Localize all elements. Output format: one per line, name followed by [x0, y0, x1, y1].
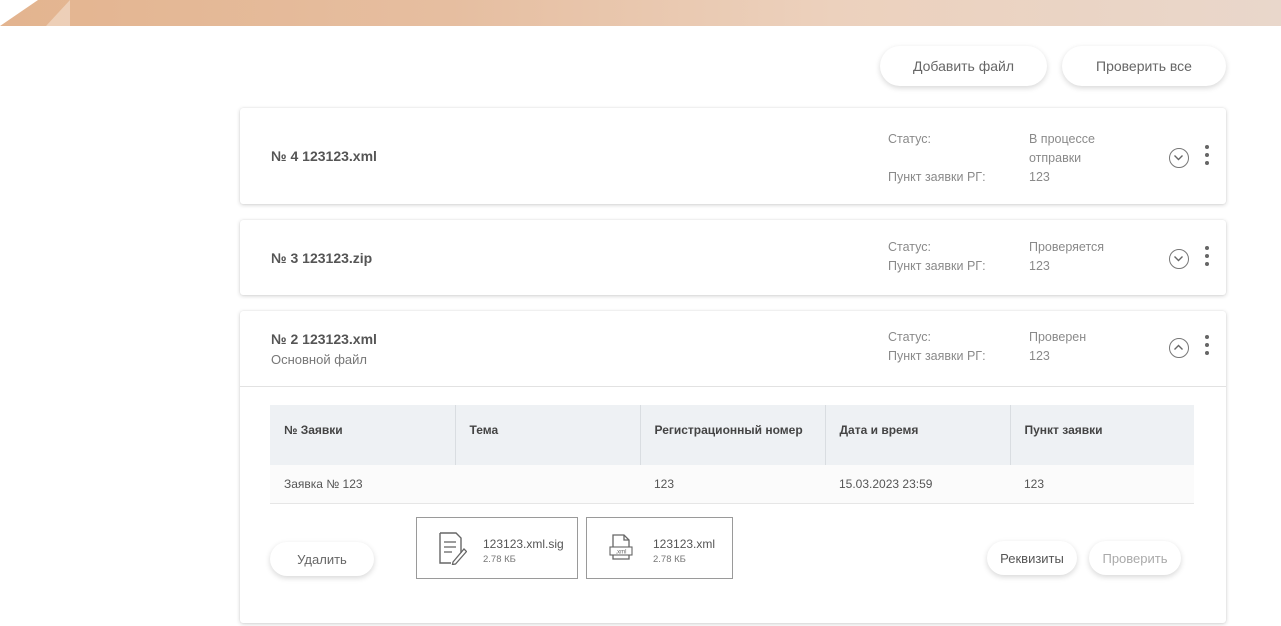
details-button[interactable]: Реквизиты — [987, 541, 1077, 575]
status-value: Проверяется — [1029, 240, 1105, 254]
requests-table: № Заявки Тема Регистрационный номер Дата… — [270, 405, 1194, 504]
cell-topic — [455, 465, 640, 504]
banner-notch — [0, 0, 38, 26]
svg-text:.xml: .xml — [616, 550, 627, 556]
file-card-3: № 3 123123.zip Статус: Проверяется Пункт… — [240, 220, 1226, 295]
card-title: № 4 123123.xml — [271, 148, 377, 164]
column-header-request-point: Пункт заявки — [1010, 405, 1194, 465]
signed-document-icon — [437, 531, 468, 570]
expand-chevron-down-icon[interactable] — [1169, 249, 1189, 269]
more-menu-icon[interactable] — [1201, 335, 1213, 359]
column-header-topic: Тема — [455, 405, 641, 465]
status-label: Статус: — [888, 240, 931, 254]
more-menu-icon[interactable] — [1201, 246, 1213, 270]
file-size: 2.78 КБ — [653, 554, 686, 565]
status-label: Статус: — [888, 132, 931, 146]
point-label: Пункт заявки РГ: — [888, 170, 986, 184]
column-header-date-time: Дата и время — [825, 405, 1011, 465]
file-card-2: № 2 123123.xml Основной файл Статус: Про… — [240, 311, 1226, 623]
file-size: 2.78 КБ — [483, 554, 516, 565]
banner-accent — [46, 0, 70, 26]
file-name: 123123.xml — [653, 537, 716, 551]
card-divider — [240, 386, 1226, 387]
file-card-4: № 4 123123.xml Статус: В процессе отправ… — [240, 108, 1226, 204]
point-value: 123 — [1029, 259, 1050, 273]
point-label: Пункт заявки РГ: — [888, 349, 986, 363]
cell-request-point: 123 — [1010, 465, 1194, 504]
status-label: Статус: — [888, 330, 931, 344]
xml-file-icon: .xml — [609, 533, 635, 566]
check-button[interactable]: Проверить — [1089, 541, 1181, 575]
add-file-button[interactable]: Добавить файл — [880, 46, 1047, 86]
table-row[interactable]: Заявка № 123 123 15.03.2023 23:59 123 — [270, 465, 1194, 504]
more-menu-icon[interactable] — [1201, 145, 1213, 169]
table-header-row: № Заявки Тема Регистрационный номер Дата… — [270, 405, 1194, 465]
file-name: 123123.xml.sig — [483, 537, 564, 551]
cell-registration-number: 123 — [640, 465, 825, 504]
status-value-cont: отправки — [1029, 151, 1082, 165]
cell-request-number: Заявка № 123 — [270, 465, 455, 504]
status-value: В процессе — [1029, 132, 1095, 146]
point-value: 123 — [1029, 170, 1050, 184]
column-header-registration-number: Регистрационный номер — [640, 405, 826, 465]
column-header-request-number: № Заявки — [270, 405, 456, 465]
delete-button[interactable]: Удалить — [270, 542, 374, 576]
card-subtitle: Основной файл — [271, 352, 367, 367]
file-item-sig[interactable]: 123123.xml.sig 2.78 КБ — [416, 517, 578, 579]
card-title: № 3 123123.zip — [271, 250, 373, 266]
cell-date-time: 15.03.2023 23:59 — [825, 465, 1010, 504]
expand-chevron-down-icon[interactable] — [1169, 148, 1189, 168]
check-all-button[interactable]: Проверить все — [1062, 46, 1226, 86]
point-value: 123 — [1029, 349, 1050, 363]
card-title: № 2 123123.xml — [271, 331, 377, 347]
file-item-xml[interactable]: .xml 123123.xml 2.78 КБ — [586, 517, 733, 579]
status-value: Проверен — [1029, 330, 1087, 344]
collapse-chevron-up-icon[interactable] — [1169, 338, 1189, 358]
top-banner — [0, 0, 1281, 26]
point-label: Пункт заявки РГ: — [888, 259, 986, 273]
